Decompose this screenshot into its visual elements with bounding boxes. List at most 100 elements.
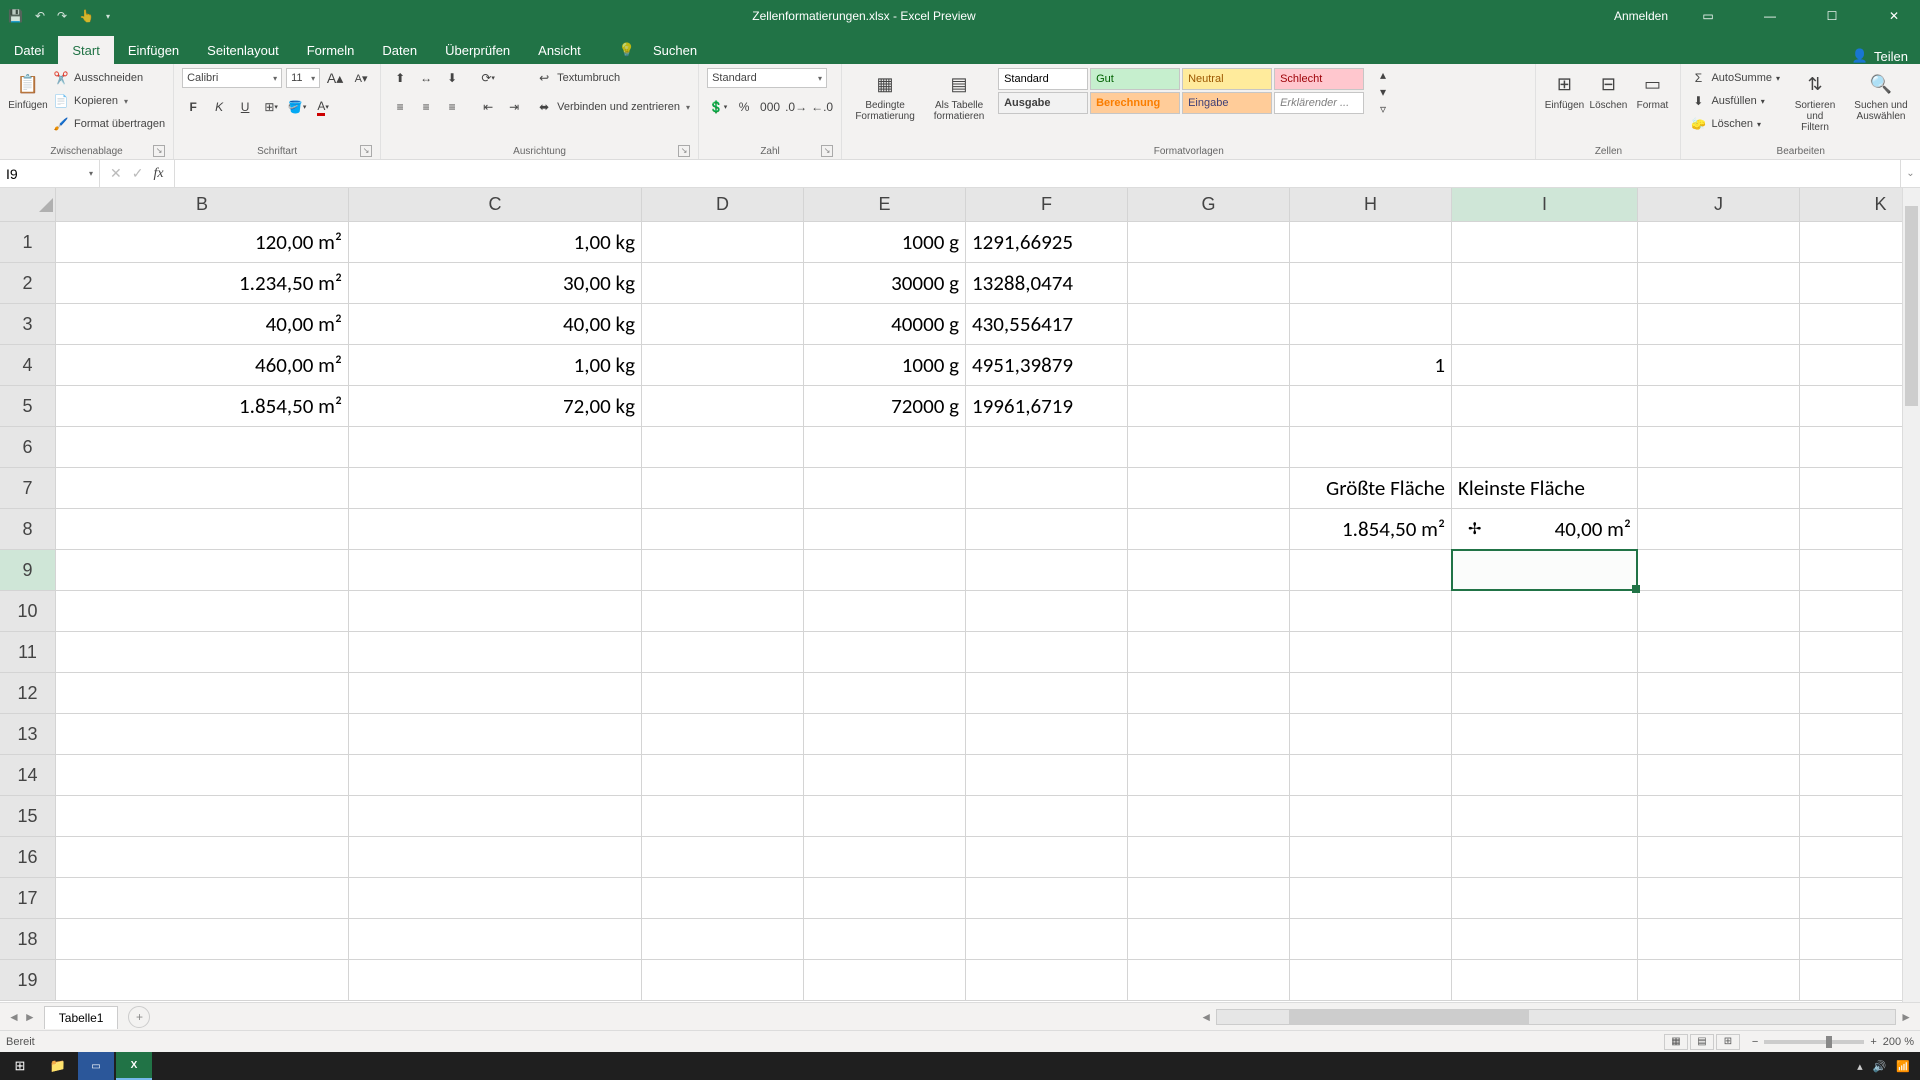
cell-J7[interactable] [1638,468,1800,509]
cell-I6[interactable] [1452,427,1638,468]
cell-E8[interactable] [804,509,966,550]
cell-G7[interactable] [1128,468,1290,509]
sheet-nav-prev-icon[interactable]: ◄ [8,1010,20,1024]
cell-J6[interactable] [1638,427,1800,468]
cell-H17[interactable] [1290,878,1452,919]
cell-G13[interactable] [1128,714,1290,755]
increase-indent-icon[interactable]: ⇥ [503,96,525,118]
cell-D12[interactable] [642,673,804,714]
cell-G3[interactable] [1128,304,1290,345]
qat-more-icon[interactable]: ▾ [106,12,110,21]
format-cells-button[interactable]: ▭Format [1632,68,1672,111]
cell-style-schlecht[interactable]: Schlecht [1274,68,1364,90]
row-header-8[interactable]: 8 [0,509,56,550]
cell-J5[interactable] [1638,386,1800,427]
number-format-combo[interactable]: Standard▾ [707,68,827,88]
cell-E5[interactable]: 72000 g [804,386,966,427]
cell-I13[interactable] [1452,714,1638,755]
row-header-18[interactable]: 18 [0,919,56,960]
cell-C7[interactable] [349,468,642,509]
cell-style-gut[interactable]: Gut [1090,68,1180,90]
cell-C11[interactable] [349,632,642,673]
cell-H6[interactable] [1290,427,1452,468]
cell-F2[interactable]: 13288,0474 [966,263,1128,304]
find-select-button[interactable]: 🔍Suchen und Auswählen [1850,68,1912,122]
cell-G18[interactable] [1128,919,1290,960]
cell-I7[interactable]: Kleinste Fläche [1452,468,1638,509]
cell-E10[interactable] [804,591,966,632]
align-top-icon[interactable]: ⬆ [389,67,411,89]
cell-G6[interactable] [1128,427,1290,468]
tab-ansicht[interactable]: Ansicht [524,36,595,64]
cell-C16[interactable] [349,837,642,878]
volume-icon[interactable]: 🔊 [1873,1060,1887,1073]
cell-I2[interactable] [1452,263,1638,304]
share-button[interactable]: Teilen [1874,49,1908,64]
cell-style-berechnung[interactable]: Berechnung [1090,92,1180,114]
cell-F19[interactable] [966,960,1128,1001]
cell-B3[interactable]: 40,00 m² [56,304,349,345]
cell-J17[interactable] [1638,878,1800,919]
font-size-combo[interactable]: 11▾ [286,68,320,88]
row-header-12[interactable]: 12 [0,673,56,714]
align-middle-icon[interactable]: ↔ [415,67,437,89]
border-icon[interactable]: ⊞▾ [260,96,282,118]
clear-button[interactable]: Löschen [1711,118,1753,130]
hscroll-left-icon[interactable]: ◄ [1200,1010,1212,1024]
col-header-H[interactable]: H [1290,188,1452,222]
row-header-19[interactable]: 19 [0,960,56,1001]
cell-I8[interactable]: 40,00 m² [1452,509,1638,550]
network-icon[interactable]: 📶 [1896,1060,1910,1073]
cell-J12[interactable] [1638,673,1800,714]
cell-B5[interactable]: 1.854,50 m² [56,386,349,427]
italic-button[interactable]: K [208,96,230,118]
cell-E4[interactable]: 1000 g [804,345,966,386]
cell-D14[interactable] [642,755,804,796]
fill-button[interactable]: Ausfüllen [1711,95,1756,107]
cell-E14[interactable] [804,755,966,796]
cell-B4[interactable]: 460,00 m² [56,345,349,386]
vertical-scrollbar[interactable] [1902,188,1920,1002]
cell-C2[interactable]: 30,00 kg [349,263,642,304]
align-center-icon[interactable]: ≡ [415,96,437,118]
format-painter-button[interactable]: Format übertragen [74,118,165,130]
font-launcher-icon[interactable]: ↘ [360,145,372,157]
cell-G15[interactable] [1128,796,1290,837]
cell-G9[interactable] [1128,550,1290,591]
row-header-9[interactable]: 9 [0,550,56,591]
row-header-5[interactable]: 5 [0,386,56,427]
row-header-1[interactable]: 1 [0,222,56,263]
task-app-icon[interactable]: ▭ [78,1052,114,1080]
cell-G19[interactable] [1128,960,1290,1001]
cell-I3[interactable] [1452,304,1638,345]
expand-formula-icon[interactable]: ⌄ [1900,160,1920,187]
grow-font-icon[interactable]: A▴ [324,67,346,89]
cond-format-button[interactable]: ▦ Bedingte Formatierung [850,68,920,122]
cell-D11[interactable] [642,632,804,673]
sheet-tab[interactable]: Tabelle1 [44,1006,119,1029]
cell-E7[interactable] [804,468,966,509]
cell-E9[interactable] [804,550,966,591]
cell-J10[interactable] [1638,591,1800,632]
cell-C17[interactable] [349,878,642,919]
cell-style-ausgabe[interactable]: Ausgabe [998,92,1088,114]
view-break-icon[interactable]: ⊞ [1716,1034,1740,1050]
tab-einfügen[interactable]: Einfügen [114,36,193,64]
cell-H16[interactable] [1290,837,1452,878]
cell-B8[interactable] [56,509,349,550]
cell-D8[interactable] [642,509,804,550]
row-header-4[interactable]: 4 [0,345,56,386]
cell-F14[interactable] [966,755,1128,796]
cell-D4[interactable] [642,345,804,386]
clipboard-launcher-icon[interactable]: ↘ [153,145,165,157]
cell-G11[interactable] [1128,632,1290,673]
cell-style-standard[interactable]: Standard [998,68,1088,90]
cell-J19[interactable] [1638,960,1800,1001]
col-header-J[interactable]: J [1638,188,1800,222]
bold-button[interactable]: F [182,96,204,118]
cell-H8[interactable]: 1.854,50 m² [1290,509,1452,550]
cell-G4[interactable] [1128,345,1290,386]
col-header-C[interactable]: C [349,188,642,222]
tab-daten[interactable]: Daten [368,36,431,64]
add-sheet-icon[interactable]: + [128,1006,150,1028]
